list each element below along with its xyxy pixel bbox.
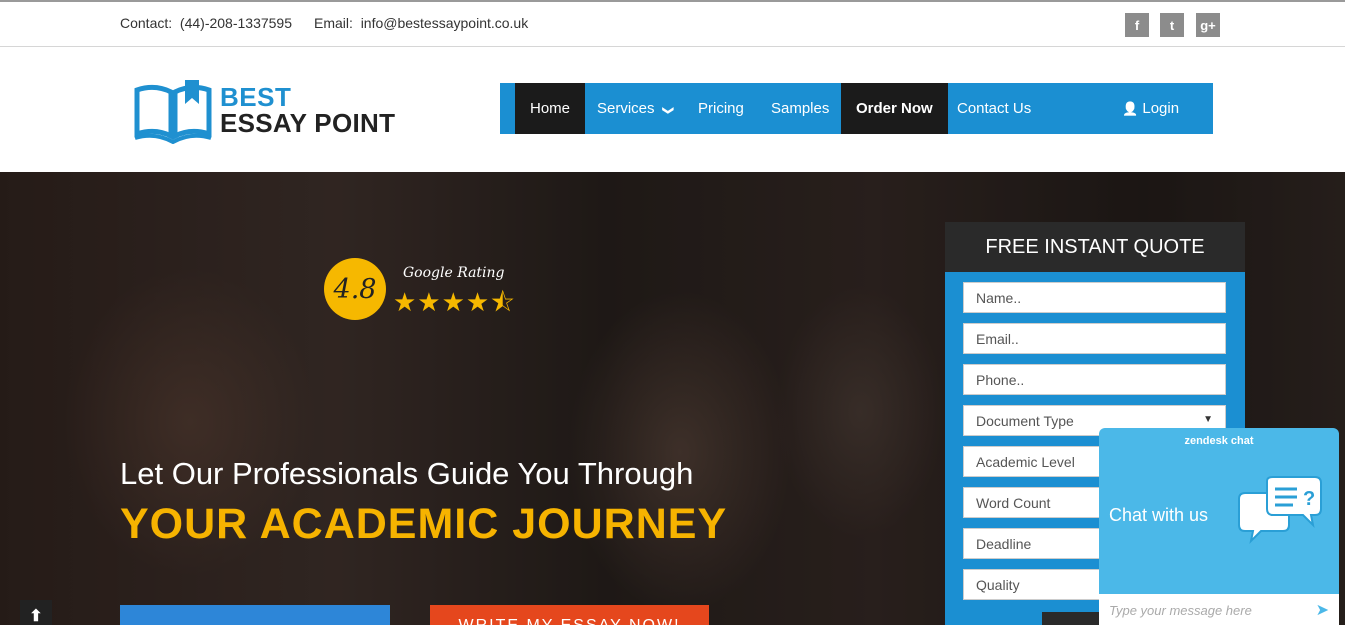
chat-brand: zendesk chat (1184, 435, 1254, 447)
chat-title: Chat with us (1109, 505, 1209, 525)
contact-label: Contact: (120, 15, 173, 31)
logo-text-essay-point: ESSAY POINT (220, 108, 396, 138)
chat-message-input[interactable]: Type your message here ➤ (1099, 594, 1339, 625)
book-logo-icon (134, 80, 212, 144)
facebook-icon[interactable]: f (1125, 13, 1149, 37)
name-field[interactable]: Name.. (963, 282, 1226, 313)
star-rating-icon: ★★★★⯪ (393, 287, 516, 317)
user-icon: 👤 (1122, 101, 1139, 116)
hero-primary-button[interactable] (120, 605, 390, 625)
contact-email: Email: info@bestessaypoint.co.uk (314, 15, 528, 31)
contact-phone: Contact: (44)-208-1337595 (120, 15, 292, 31)
quote-form-title: FREE INSTANT QUOTE (945, 222, 1245, 272)
hero-headline: Let Our Professionals Guide You Through (120, 456, 694, 491)
site-header: BEST ESSAY POINT Home Services ❯ Pricing… (0, 48, 1345, 172)
dropdown-caret-icon: ▼ (1203, 414, 1213, 425)
nav-pricing[interactable]: Pricing (683, 83, 759, 134)
document-type-value: Document Type (976, 413, 1074, 429)
site-logo[interactable]: BEST ESSAY POINT (133, 78, 413, 144)
chat-input-placeholder: Type your message here (1109, 603, 1252, 618)
twitter-icon[interactable]: t (1160, 13, 1184, 37)
write-essay-button[interactable]: WRITE MY ESSAY NOW! (430, 605, 709, 625)
email-field[interactable]: Email.. (963, 323, 1226, 354)
nav-login[interactable]: 👤 Login (1107, 83, 1194, 134)
chat-widget[interactable]: zendesk chat Chat with us ? Type your me… (1099, 428, 1339, 625)
nav-order-now[interactable]: Order Now (841, 83, 948, 134)
rating-label: Google Rating (403, 265, 505, 281)
top-contact-bar: Contact: (44)-208-1337595 Email: info@be… (0, 0, 1345, 47)
hero-subheadline: YOUR ACADEMIC JOURNEY (120, 500, 728, 548)
nav-contact-us[interactable]: Contact Us (942, 83, 1046, 134)
nav-home[interactable]: Home (515, 83, 586, 134)
phone-field[interactable]: Phone.. (963, 364, 1226, 395)
scroll-to-top-icon[interactable]: ⬆ (20, 600, 52, 625)
email-address[interactable]: info@bestessaypoint.co.uk (361, 15, 529, 31)
nav-login-label: Login (1142, 100, 1180, 117)
nav-services[interactable]: Services ❯ (582, 83, 687, 134)
google-plus-icon[interactable]: g+ (1196, 13, 1220, 37)
svg-text:?: ? (1303, 488, 1315, 510)
send-icon[interactable]: ➤ (1316, 600, 1329, 620)
rating-badge: 4.8 (324, 258, 386, 320)
email-label: Email: (314, 15, 353, 31)
nav-samples[interactable]: Samples (756, 83, 844, 134)
chat-bubble-icon: ? (1238, 476, 1322, 545)
phone-number[interactable]: (44)-208-1337595 (180, 15, 292, 31)
main-navigation: Home Services ❯ Pricing Samples Order No… (500, 83, 1213, 134)
